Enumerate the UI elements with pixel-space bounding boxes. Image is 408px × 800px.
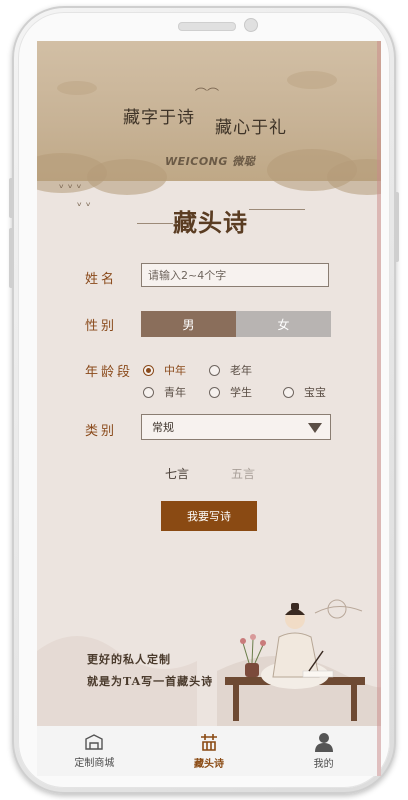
gender-female-button[interactable]: 女 [236,311,331,337]
age-radio-middle[interactable]: 中年 [143,362,186,378]
gender-male-button[interactable]: 男 [141,311,236,337]
name-label: 姓名 [85,272,118,287]
birds-icon: ᵛ ᵛ [77,199,91,213]
birds-icon: ᵛ ᵛ ᵛ [59,181,82,195]
age-radio-student[interactable]: 学生 [209,384,252,400]
age-radio-youth[interactable]: 青年 [143,384,186,400]
radio-dot [209,386,220,398]
cloud-decoration [57,81,97,95]
app-screen: ⌒⌒ 藏字于诗 藏心于礼 WEICONG 微聪 ᵛ ᵛ ᵛ ᵛ ᵛ 藏头诗 姓名… [37,41,381,776]
volume-down-button [9,228,14,288]
poem-form-five[interactable]: 五言 [231,465,255,482]
type-select[interactable]: 常规 [141,414,331,440]
promo-line-2: 就是为TA写一首藏头诗 [87,675,214,688]
page-title: 藏头诗 [173,208,248,237]
user-icon [314,733,333,752]
tab-profile-label: 我的 [313,759,334,770]
chevron-down-icon [308,423,322,433]
radio-dot [143,386,154,398]
brand-logo: WEICONG 微聪 [165,155,256,168]
title-section: ᵛ ᵛ ᵛ ᵛ ᵛ 藏头诗 [37,181,381,245]
screen-edge [377,41,381,776]
power-button [394,192,399,262]
banner-slogan-2: 藏心于礼 [215,118,287,138]
tab-poem[interactable]: 藏头诗 [152,726,267,776]
write-poem-button[interactable]: 我要写诗 [161,501,257,531]
bottom-tab-bar: 定制商城 藏头诗 我的 [37,726,381,776]
radio-dot [283,386,294,398]
age-radio-senior[interactable]: 老年 [209,362,252,378]
tab-profile[interactable]: 我的 [266,726,381,776]
phone-camera [244,18,258,32]
header-banner: ⌒⌒ 藏字于诗 藏心于礼 WEICONG 微聪 [37,41,381,195]
promo-line-1: 更好的私人定制 [87,653,171,666]
radio-dot [209,364,220,376]
title-line-right [249,209,305,210]
type-select-value: 常规 [152,421,174,434]
tab-poem-label: 藏头诗 [194,759,224,770]
crane-icon: ⌒⌒ [195,87,220,101]
cloud-decoration [287,71,337,89]
age-label: 年龄段 [85,365,134,380]
name-input[interactable] [141,263,329,287]
mall-icon [85,734,104,750]
type-label: 类别 [85,424,118,439]
age-radio-baby[interactable]: 宝宝 [283,384,326,400]
volume-up-button [9,178,14,218]
poem-form-seven[interactable]: 七言 [165,465,189,482]
tab-mall[interactable]: 定制商城 [37,726,152,776]
gender-label: 性别 [85,319,118,334]
poem-icon [201,734,217,751]
banner-slogan-1: 藏字于诗 [123,108,195,128]
title-line-left [137,223,173,224]
gender-toggle: 男 女 [141,311,331,337]
phone-speaker [178,22,236,31]
tab-mall-label: 定制商城 [74,758,115,769]
radio-dot [143,364,154,376]
